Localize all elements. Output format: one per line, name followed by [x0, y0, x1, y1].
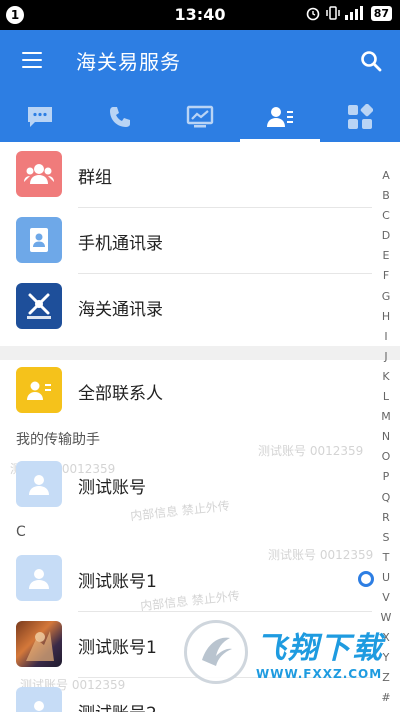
list-item-phone-contacts[interactable]: 手机通讯录: [0, 208, 372, 274]
avatar: [16, 687, 62, 712]
list-item-groups[interactable]: 群组: [0, 142, 372, 208]
menu-icon[interactable]: [22, 52, 42, 68]
index-letter[interactable]: E: [383, 246, 390, 266]
all-contacts-label: 全部联系人: [78, 384, 163, 404]
index-letter[interactable]: S: [383, 528, 390, 548]
index-letter[interactable]: V: [382, 588, 390, 608]
chart-icon: [186, 105, 214, 128]
index-letter[interactable]: T: [383, 548, 390, 568]
avatar: [16, 555, 62, 601]
index-letter[interactable]: #: [381, 688, 390, 708]
all-contacts-avatar: [16, 367, 62, 413]
customs-contacts-avatar: [16, 283, 62, 329]
index-letter[interactable]: I: [384, 327, 387, 347]
groups-avatar: [16, 151, 62, 197]
logo-sub-text: WWW.FXXZ.COM: [256, 667, 383, 681]
app-header: 海关易服务: [0, 30, 400, 142]
group-icon: [24, 164, 54, 184]
customs-emblem-icon: [27, 293, 51, 319]
index-letter[interactable]: F: [383, 266, 389, 286]
tab-dashboard[interactable]: [160, 92, 240, 142]
index-letter[interactable]: H: [382, 307, 390, 327]
person-icon: [29, 569, 49, 589]
contacts-icon: [267, 107, 293, 127]
apps-icon: [348, 104, 373, 129]
search-icon[interactable]: [360, 50, 382, 72]
index-letter[interactable]: A: [382, 166, 390, 186]
index-letter[interactable]: O: [382, 447, 391, 467]
list-item-contact[interactable]: 测试账号1: [0, 546, 374, 612]
tab-calls[interactable]: [80, 92, 160, 142]
person-icon: [29, 475, 49, 495]
contact-name: 测试账号1: [78, 638, 157, 658]
index-letter[interactable]: B: [382, 186, 390, 206]
avatar: [16, 621, 62, 667]
index-letter[interactable]: D: [382, 226, 390, 246]
address-book-icon: [30, 228, 48, 252]
index-letter[interactable]: M: [381, 407, 391, 427]
tab-apps[interactable]: [320, 92, 400, 142]
customs-contacts-label: 海关通讯录: [78, 300, 163, 320]
index-letter[interactable]: G: [382, 287, 391, 307]
index-letter[interactable]: Q: [382, 488, 391, 508]
avatar: [16, 461, 62, 507]
section-header-c: C: [16, 524, 26, 540]
index-letter[interactable]: J: [384, 347, 387, 367]
list-item-customs-contacts[interactable]: 海关通讯录: [0, 274, 372, 340]
index-letter[interactable]: K: [382, 367, 389, 387]
alarm-icon: [306, 7, 319, 21]
index-letter[interactable]: P: [383, 467, 390, 487]
signal-icon: [344, 6, 363, 20]
groups-label: 群组: [78, 168, 112, 188]
index-letter[interactable]: C: [382, 206, 390, 226]
tab-contacts[interactable]: [240, 92, 320, 142]
phone-contacts-avatar: [16, 217, 62, 263]
list-item-all-contacts[interactable]: 全部联系人: [0, 358, 372, 424]
logo-main-text: 飞翔下载: [256, 631, 384, 666]
page-title: 海关易服务: [76, 50, 181, 74]
battery-icon: 87: [370, 5, 392, 21]
index-letter[interactable]: R: [382, 508, 390, 528]
phone-contacts-label: 手机通讯录: [78, 234, 163, 254]
game-character-avatar-icon: [26, 631, 54, 661]
person-icon: [34, 701, 44, 711]
contact-name: 测试账号2: [78, 699, 157, 712]
list-item-contact[interactable]: 测试账号: [0, 452, 372, 518]
phone-icon: [110, 107, 130, 127]
contact-name: 测试账号: [78, 478, 146, 498]
select-radio[interactable]: [358, 571, 374, 587]
tab-messages[interactable]: [0, 92, 80, 142]
logo-mark-icon: [184, 620, 248, 684]
status-icons: 87: [305, 5, 392, 21]
contact-card-icon: [27, 381, 51, 400]
watermark-logo: 飞翔下载 WWW.FXXZ.COM: [184, 620, 384, 684]
index-letter[interactable]: L: [383, 387, 389, 407]
index-letter[interactable]: N: [382, 427, 390, 447]
status-bar: 1 13:40 87: [0, 0, 400, 30]
tab-bar: [0, 92, 400, 142]
contact-name: 测试账号1: [78, 572, 157, 592]
chat-icon: [28, 107, 52, 127]
vibrate-icon: [325, 6, 340, 20]
section-header-assistant: 我的传输助手: [16, 432, 100, 448]
index-letter[interactable]: U: [382, 568, 390, 588]
